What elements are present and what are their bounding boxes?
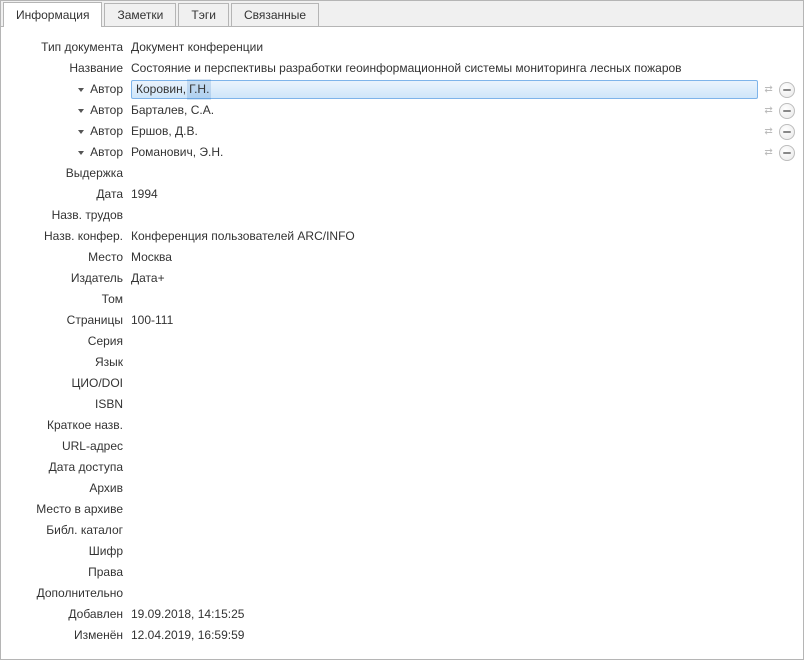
value-title[interactable]: Состояние и перспективы разработки геоин… — [131, 58, 682, 79]
row-author-2: Автор Ершов, Д.В. ⇄ — [7, 121, 797, 142]
value-publisher[interactable]: Дата+ — [131, 268, 165, 289]
label-title: Название — [69, 58, 123, 79]
label-author-1[interactable]: Автор — [90, 100, 123, 121]
remove-author-1-button[interactable] — [779, 103, 795, 119]
creator-type-dropdown-icon[interactable] — [78, 151, 84, 155]
label-extra: Дополнительно — [37, 583, 123, 604]
label-author-3[interactable]: Автор — [90, 142, 123, 163]
label-conf-name: Назв. конфер. — [44, 226, 123, 247]
value-place[interactable]: Москва — [131, 247, 172, 268]
label-type: Тип документа — [41, 37, 123, 58]
creator-type-dropdown-icon[interactable] — [78, 130, 84, 134]
label-place: Место — [88, 247, 123, 268]
tab-related[interactable]: Связанные — [231, 3, 319, 26]
label-call-no: Шифр — [89, 541, 123, 562]
info-body: Тип документа Документ конференции Назва… — [1, 27, 803, 659]
value-added: 19.09.2018, 14:15:25 — [131, 604, 244, 625]
label-pages: Страницы — [67, 310, 123, 331]
remove-author-3-button[interactable] — [779, 145, 795, 161]
author-surname-0[interactable]: Коровин, — [136, 79, 186, 100]
label-loc-archive: Место в архиве — [36, 499, 123, 520]
label-access-date: Дата доступа — [49, 457, 123, 478]
label-short-title: Краткое назв. — [47, 415, 123, 436]
tab-info[interactable]: Информация — [3, 2, 102, 27]
row-type: Тип документа Документ конференции — [7, 37, 797, 58]
tab-bar: Информация Заметки Тэги Связанные — [1, 1, 803, 27]
label-author-2[interactable]: Автор — [90, 121, 123, 142]
author-given-0[interactable]: Г.Н. — [187, 79, 211, 100]
value-type[interactable]: Документ конференции — [131, 37, 263, 58]
label-doi: ЦИО/DOI — [71, 373, 123, 394]
label-archive: Архив — [89, 478, 123, 499]
row-author-3: Автор Романович, Э.Н. ⇄ — [7, 142, 797, 163]
value-date[interactable]: 1994 — [131, 184, 158, 205]
row-author-1: Автор Барталев, С.А. ⇄ — [7, 100, 797, 121]
swap-name-icon[interactable]: ⇄ — [758, 121, 780, 142]
label-author-0[interactable]: Автор — [90, 79, 123, 100]
swap-name-icon[interactable]: ⇄ — [758, 79, 780, 100]
label-lib-catalog: Библ. каталог — [46, 520, 123, 541]
swap-name-icon[interactable]: ⇄ — [758, 100, 780, 121]
label-volume: Том — [102, 289, 123, 310]
author-value-1[interactable]: Барталев, С.А. — [131, 100, 758, 121]
author-input-0[interactable]: Коровин, Г.Н. — [131, 80, 758, 99]
label-language: Язык — [95, 352, 123, 373]
label-rights: Права — [88, 562, 123, 583]
remove-author-2-button[interactable] — [779, 124, 795, 140]
remove-author-0-button[interactable] — [779, 82, 795, 98]
creator-type-dropdown-icon[interactable] — [78, 109, 84, 113]
creator-type-dropdown-icon[interactable] — [78, 88, 84, 92]
value-pages[interactable]: 100-111 — [131, 310, 173, 331]
label-series: Серия — [88, 331, 123, 352]
author-value-2[interactable]: Ершов, Д.В. — [131, 121, 758, 142]
author-value-3[interactable]: Романович, Э.Н. — [131, 142, 758, 163]
metadata-panel: Информация Заметки Тэги Связанные Тип до… — [0, 0, 804, 660]
row-author-0: Автор Коровин, Г.Н. ⇄ — [7, 79, 797, 100]
label-abstract: Выдержка — [66, 163, 123, 184]
tab-notes[interactable]: Заметки — [104, 3, 176, 26]
label-isbn: ISBN — [95, 394, 123, 415]
swap-name-icon[interactable]: ⇄ — [758, 142, 780, 163]
tab-tags[interactable]: Тэги — [178, 3, 229, 26]
label-added: Добавлен — [68, 604, 123, 625]
row-title: Название Состояние и перспективы разрабо… — [7, 58, 797, 79]
label-url: URL-адрес — [62, 436, 123, 457]
label-date: Дата — [96, 184, 123, 205]
label-modified: Изменён — [74, 625, 123, 646]
label-publisher: Издатель — [71, 268, 123, 289]
value-conf-name[interactable]: Конференция пользователей ARC/INFO — [131, 226, 355, 247]
label-proc-title: Назв. трудов — [52, 205, 123, 226]
value-modified: 12.04.2019, 16:59:59 — [131, 625, 244, 646]
